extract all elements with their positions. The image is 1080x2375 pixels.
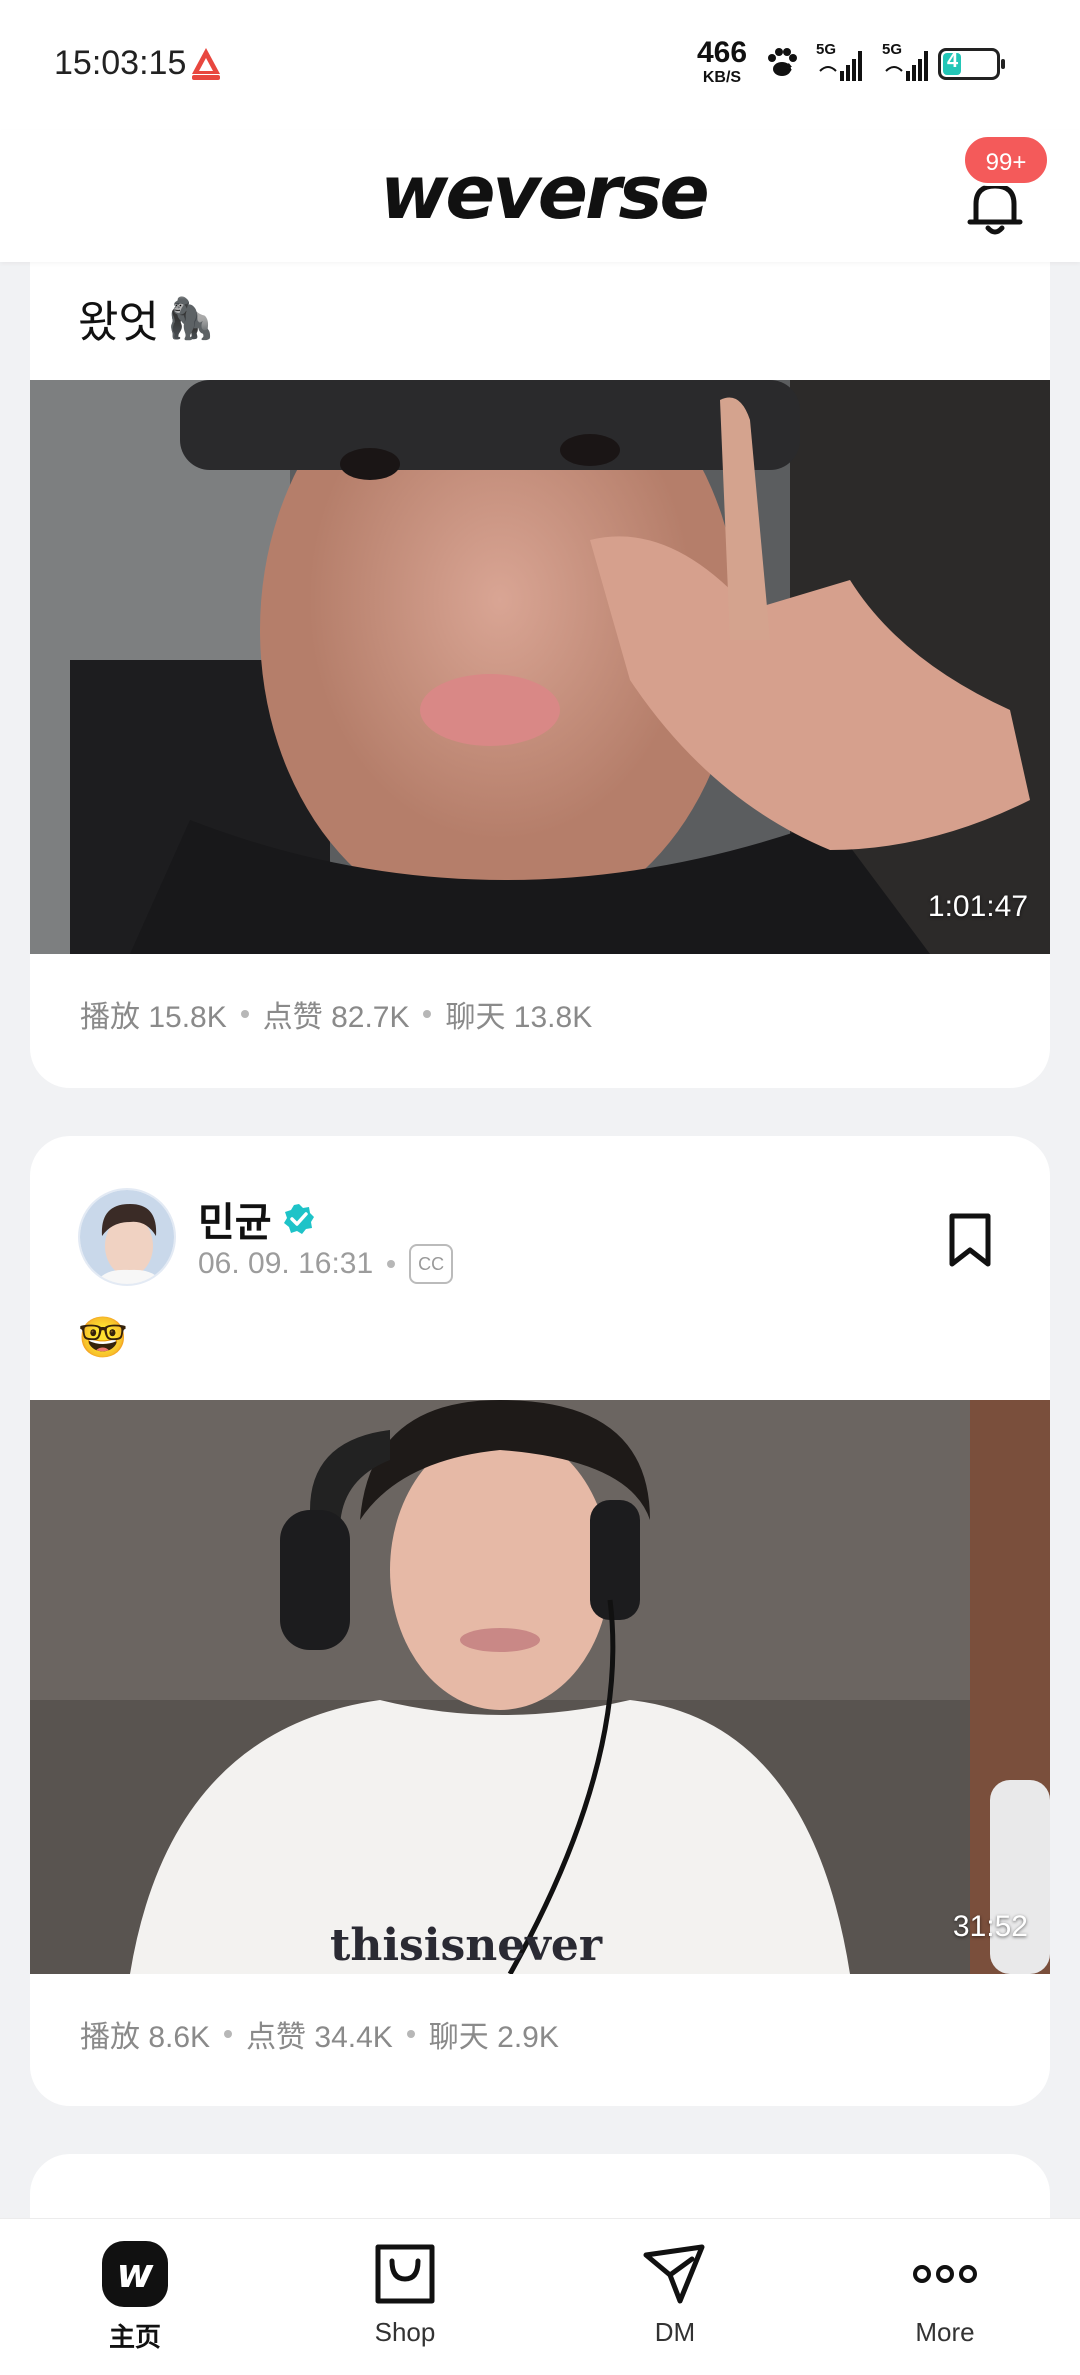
nav-item-shop[interactable]: Shop [325, 2241, 485, 2348]
notification-badge[interactable]: 99+ [962, 134, 1050, 186]
post-meta: 06. 09. 16:31 CC [198, 1244, 454, 1284]
nav-label-shop: Shop [374, 2317, 436, 2347]
app-notification-icon [192, 48, 220, 80]
plays-count: 播放 8.6K [80, 2021, 211, 2054]
network-speed-value: 466 [696, 36, 748, 69]
weverse-home-icon: w [102, 2241, 168, 2307]
nerd-emoji: 🤓 [78, 1316, 128, 1360]
separator-dot [240, 1010, 249, 1018]
post-date: 06. 09. 16:31 [198, 1247, 374, 1280]
video-duration: 1:01:47 [927, 890, 1028, 923]
post-card[interactable]: 왔엇 🦍 1:01:47 播放 15.8K 点赞 82.7K 聊天 13.8K [30, 220, 1050, 1088]
post-card[interactable]: 민균 06. 09. 16:31 CC 🤓 thisisnever 31:52 … [30, 1136, 1050, 2106]
post-stats: 播放 15.8K 点赞 82.7K 聊天 13.8K [80, 992, 592, 1036]
separator-dot [387, 1260, 396, 1268]
likes-count: 点赞 34.4K [246, 2021, 393, 2054]
nav-item-home[interactable]: w 主页 [55, 2241, 215, 2354]
nav-item-dm[interactable]: DM [595, 2241, 755, 2348]
chats-count: 聊天 13.8K [445, 1001, 593, 1034]
plays-count: 播放 15.8K [80, 1001, 227, 1034]
cc-badge: CC [409, 1244, 454, 1284]
video-duration: 31:52 [952, 1910, 1028, 1943]
video-thumbnail[interactable]: thisisnever 31:52 [30, 1400, 1050, 1974]
signal-sim1: 5G [816, 41, 868, 85]
network-speed-unit: KB/S [702, 69, 742, 86]
network-speed: 466 KB/S [690, 38, 754, 86]
avatar[interactable] [78, 1188, 176, 1286]
gorilla-emoji: 🦍 [164, 296, 215, 341]
author-name-text: 민균 [198, 1201, 272, 1245]
shopping-bag-icon [375, 2244, 435, 2304]
status-time: 15:03:15 [54, 44, 187, 82]
signal-sim2: 5G [882, 41, 934, 85]
battery-icon: 4 [938, 48, 1005, 80]
nav-item-more[interactable]: More [865, 2241, 1025, 2348]
more-dots-icon [913, 2265, 977, 2283]
nav-label-home: 主页 [108, 2322, 161, 2352]
svg-text:w: w [117, 2251, 155, 2297]
avatar-image [80, 1190, 174, 1284]
status-icons: 5G 5G [762, 40, 934, 86]
separator-dot [406, 2030, 415, 2038]
weverse-logo[interactable]: weverse [380, 150, 710, 236]
video-thumbnail[interactable]: 1:01:47 [30, 380, 1050, 954]
nav-label-more: More [915, 2317, 975, 2347]
post-stats: 播放 8.6K 点赞 34.4K 聊天 2.9K [80, 2012, 559, 2056]
battery-percent: 4 [947, 50, 959, 72]
post-caption: 왔엇 🦍 [78, 286, 215, 350]
thumbnail-image [30, 380, 1050, 954]
app-header: weverse 99+ [0, 130, 1080, 262]
signal-bars-icon [819, 51, 862, 81]
verified-badge-icon [283, 1204, 314, 1234]
post-caption: 🤓 [78, 1314, 128, 1361]
send-icon [643, 2244, 705, 2304]
bottom-navigation: w 主页 Shop DM More [0, 2218, 1080, 2375]
thumbnail-image: thisisnever [30, 1400, 1050, 1974]
signal-bars-icon [885, 51, 928, 81]
nav-label-dm: DM [654, 2317, 696, 2347]
paw-icon [768, 48, 797, 76]
bookmark-icon[interactable] [946, 1212, 994, 1268]
post-caption-text: 왔엇 [78, 298, 159, 347]
status-bar: 15:03:15 466 KB/S 5G 5G 4 [0, 0, 1080, 130]
chats-count: 聊天 2.9K [428, 2021, 559, 2054]
author-name[interactable]: 민균 [198, 1190, 316, 1248]
likes-count: 点赞 82.7K [262, 1001, 410, 1034]
separator-dot [423, 1010, 432, 1018]
svg-text:thisisnever: thisisnever [330, 1920, 603, 1971]
separator-dot [224, 2030, 233, 2038]
